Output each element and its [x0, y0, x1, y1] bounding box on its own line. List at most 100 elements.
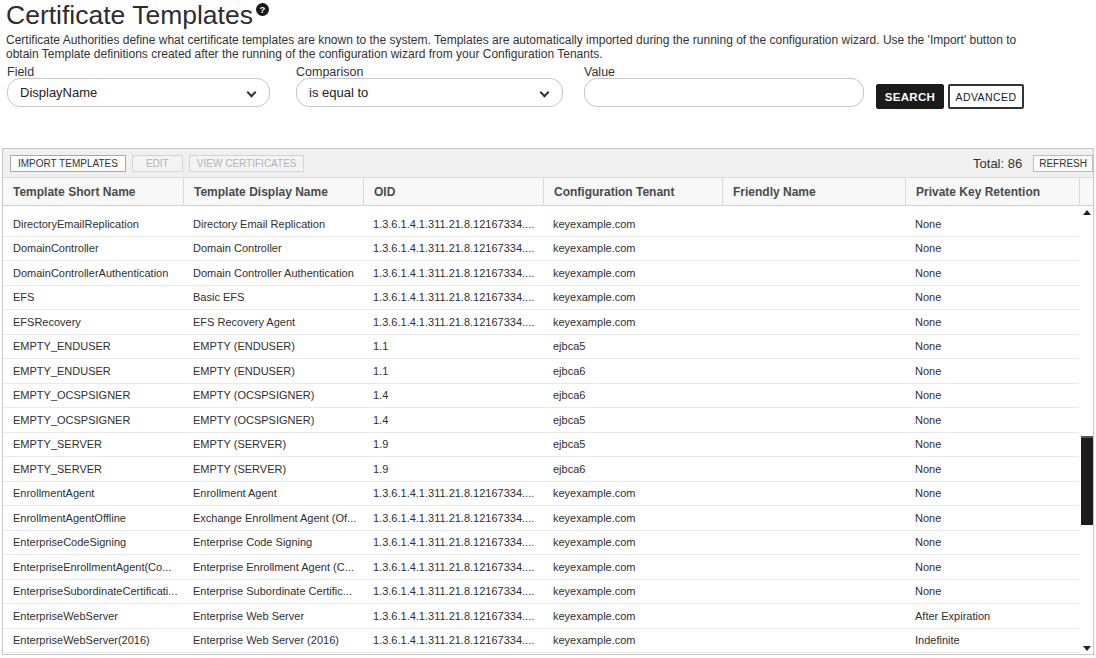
table-row[interactable]: EnterpriseWebServer(2016)Enterprise Web … [3, 629, 1079, 654]
table-row[interactable]: EMPTY_SERVEREMPTY (SERVER)1.9ejbca5None [3, 433, 1079, 458]
comparison-select[interactable]: is equal to [296, 78, 563, 107]
table-row[interactable]: EFSBasic EFS1.3.6.1.4.1.311.21.8.1216733… [3, 286, 1079, 311]
refresh-button[interactable]: REFRESH [1033, 155, 1093, 172]
cell-configuration-tenant: ejbca5 [543, 414, 722, 426]
cell-oid: 1.4 [363, 414, 543, 426]
cell-oid: 1.3.6.1.4.1.311.21.8.12167334.... [363, 512, 543, 524]
field-select-value: DisplayName [20, 85, 97, 100]
table-row[interactable]: EnterpriseSubordinateCertificati...Enter… [3, 580, 1079, 605]
cell-oid: 1.3.6.1.4.1.311.21.8.12167334.... [363, 242, 543, 254]
table-row[interactable]: EMPTY_SERVEREMPTY (SERVER)1.9ejbca6None [3, 457, 1079, 482]
table-row[interactable]: EnterpriseEnrollmentAgent(Co...Enterpris… [3, 555, 1079, 580]
cell-template-short-name: DomainController [3, 242, 183, 254]
import-templates-button[interactable]: IMPORT TEMPLATES [10, 155, 126, 172]
column-header-configuration-tenant[interactable]: Configuration Tenant [543, 178, 722, 205]
cell-configuration-tenant: keyexample.com [543, 242, 722, 254]
cell-configuration-tenant: keyexample.com [543, 585, 722, 597]
column-header-private-key-retention[interactable]: Private Key Retention [905, 178, 1079, 205]
scrollbar-thumb[interactable] [1081, 436, 1093, 525]
table-row[interactable]: EnrollmentAgentEnrollment Agent1.3.6.1.4… [3, 482, 1079, 507]
cell-private-key-retention: None [905, 438, 1079, 450]
table-header: Template Short NameTemplate Display Name… [3, 178, 1093, 206]
table-row[interactable]: DomainControllerDomain Controller1.3.6.1… [3, 237, 1079, 262]
cell-private-key-retention: None [905, 536, 1079, 548]
table-row[interactable]: EnterpriseWebServerEnterprise Web Server… [3, 604, 1079, 629]
cell-private-key-retention: None [905, 267, 1079, 279]
cell-configuration-tenant: keyexample.com [543, 610, 722, 622]
cell-oid: 1.3.6.1.4.1.311.21.8.12167334.... [363, 610, 543, 622]
column-header-oid[interactable]: OID [363, 178, 543, 205]
cell-template-display-name: Exchange Enrollment Agent (Of... [183, 512, 363, 524]
table-row[interactable]: EMPTY_ENDUSEREMPTY (ENDUSER)1.1ejbca6Non… [3, 359, 1079, 384]
cell-oid: 1.3.6.1.4.1.311.21.8.12167334.... [363, 487, 543, 499]
table-row[interactable]: DirectoryEmailReplicationDirectory Email… [3, 212, 1079, 237]
help-icon[interactable]: ? [256, 3, 269, 16]
cell-private-key-retention: After Expiration [905, 610, 1079, 622]
cell-oid: 1.3.6.1.4.1.311.21.8.12167334.... [363, 267, 543, 279]
value-label: Value [584, 65, 615, 79]
cell-private-key-retention: None [905, 487, 1079, 499]
cell-template-short-name: EMPTY_OCSPSIGNER [3, 389, 183, 401]
advanced-button[interactable]: ADVANCED [948, 84, 1024, 109]
cell-configuration-tenant: ejbca6 [543, 389, 722, 401]
table-row[interactable]: EMPTY_ENDUSEREMPTY (ENDUSER)1.1ejbca5Non… [3, 335, 1079, 360]
cell-configuration-tenant: keyexample.com [543, 561, 722, 573]
cell-template-short-name: EMPTY_ENDUSER [3, 340, 183, 352]
cell-template-display-name: Enterprise Subordinate Certific... [183, 585, 363, 597]
cell-template-display-name: EMPTY (SERVER) [183, 438, 363, 450]
cell-template-short-name: EnterpriseWebServer(2016) [3, 634, 183, 646]
field-label: Field [7, 65, 34, 79]
cell-oid: 1.3.6.1.4.1.311.21.8.12167334.... [363, 634, 543, 646]
cell-template-short-name: EMPTY_ENDUSER [3, 365, 183, 377]
cell-template-display-name: Basic EFS [183, 291, 363, 303]
cell-oid: 1.1 [363, 340, 543, 352]
search-button[interactable]: SEARCH [876, 84, 944, 109]
table-row[interactable]: EnrollmentAgentOfflineExchange Enrollmen… [3, 506, 1079, 531]
cell-template-display-name: Enterprise Code Signing [183, 536, 363, 548]
column-header-template-display-name[interactable]: Template Display Name [183, 178, 363, 205]
table-row[interactable]: EMPTY_OCSPSIGNEREMPTY (OCSPSIGNER)1.4ejb… [3, 408, 1079, 433]
column-header-gutter [1079, 178, 1093, 205]
value-input[interactable] [584, 78, 864, 107]
scroll-down-arrow-icon[interactable] [1083, 646, 1091, 651]
table-row[interactable]: EMPTY_OCSPSIGNEREMPTY (OCSPSIGNER)1.4ejb… [3, 384, 1079, 409]
cell-template-short-name: DomainControllerAuthentication [3, 267, 183, 279]
comparison-label: Comparison [296, 65, 363, 79]
cell-configuration-tenant: keyexample.com [543, 291, 722, 303]
cell-template-short-name: EMPTY_SERVER [3, 463, 183, 475]
table-row[interactable]: EFSRecoveryEFS Recovery Agent1.3.6.1.4.1… [3, 310, 1079, 335]
cell-oid: 1.1 [363, 365, 543, 377]
cell-private-key-retention: None [905, 242, 1079, 254]
page-title: Certificate Templates? [6, 0, 269, 31]
cell-private-key-retention: None [905, 291, 1079, 303]
cell-private-key-retention: None [905, 561, 1079, 573]
cell-oid: 1.3.6.1.4.1.311.21.8.12167334.... [363, 218, 543, 230]
cell-template-short-name: EnterpriseWebServer [3, 610, 183, 622]
cell-configuration-tenant: keyexample.com [543, 634, 722, 646]
scroll-up-arrow-icon[interactable] [1083, 210, 1091, 215]
cell-template-display-name: EMPTY (OCSPSIGNER) [183, 389, 363, 401]
cell-private-key-retention: Indefinite [905, 634, 1079, 646]
view-certificates-button[interactable]: VIEW CERTIFICATES [189, 155, 305, 172]
cell-oid: 1.4 [363, 389, 543, 401]
cell-configuration-tenant: keyexample.com [543, 316, 722, 328]
vertical-scrollbar[interactable] [1079, 206, 1093, 654]
cell-configuration-tenant: keyexample.com [543, 487, 722, 499]
cell-oid: 1.3.6.1.4.1.311.21.8.12167334.... [363, 585, 543, 597]
cell-template-display-name: Enrollment Agent [183, 487, 363, 499]
column-header-template-short-name[interactable]: Template Short Name [3, 178, 183, 205]
table-row[interactable]: EnterpriseCodeSigningEnterprise Code Sig… [3, 531, 1079, 556]
table-row[interactable]: DomainControllerAuthenticationDomain Con… [3, 261, 1079, 286]
field-select[interactable]: DisplayName [7, 78, 270, 107]
cell-private-key-retention: None [905, 340, 1079, 352]
cell-template-display-name: Enterprise Web Server (2016) [183, 634, 363, 646]
cell-private-key-retention: None [905, 585, 1079, 597]
column-header-friendly-name[interactable]: Friendly Name [722, 178, 905, 205]
cell-configuration-tenant: keyexample.com [543, 267, 722, 279]
chevron-down-icon [540, 88, 550, 98]
cell-configuration-tenant: keyexample.com [543, 218, 722, 230]
cell-template-display-name: Directory Email Replication [183, 218, 363, 230]
cell-oid: 1.9 [363, 438, 543, 450]
cell-template-short-name: EnrollmentAgentOffline [3, 512, 183, 524]
edit-button[interactable]: EDIT [132, 155, 183, 172]
